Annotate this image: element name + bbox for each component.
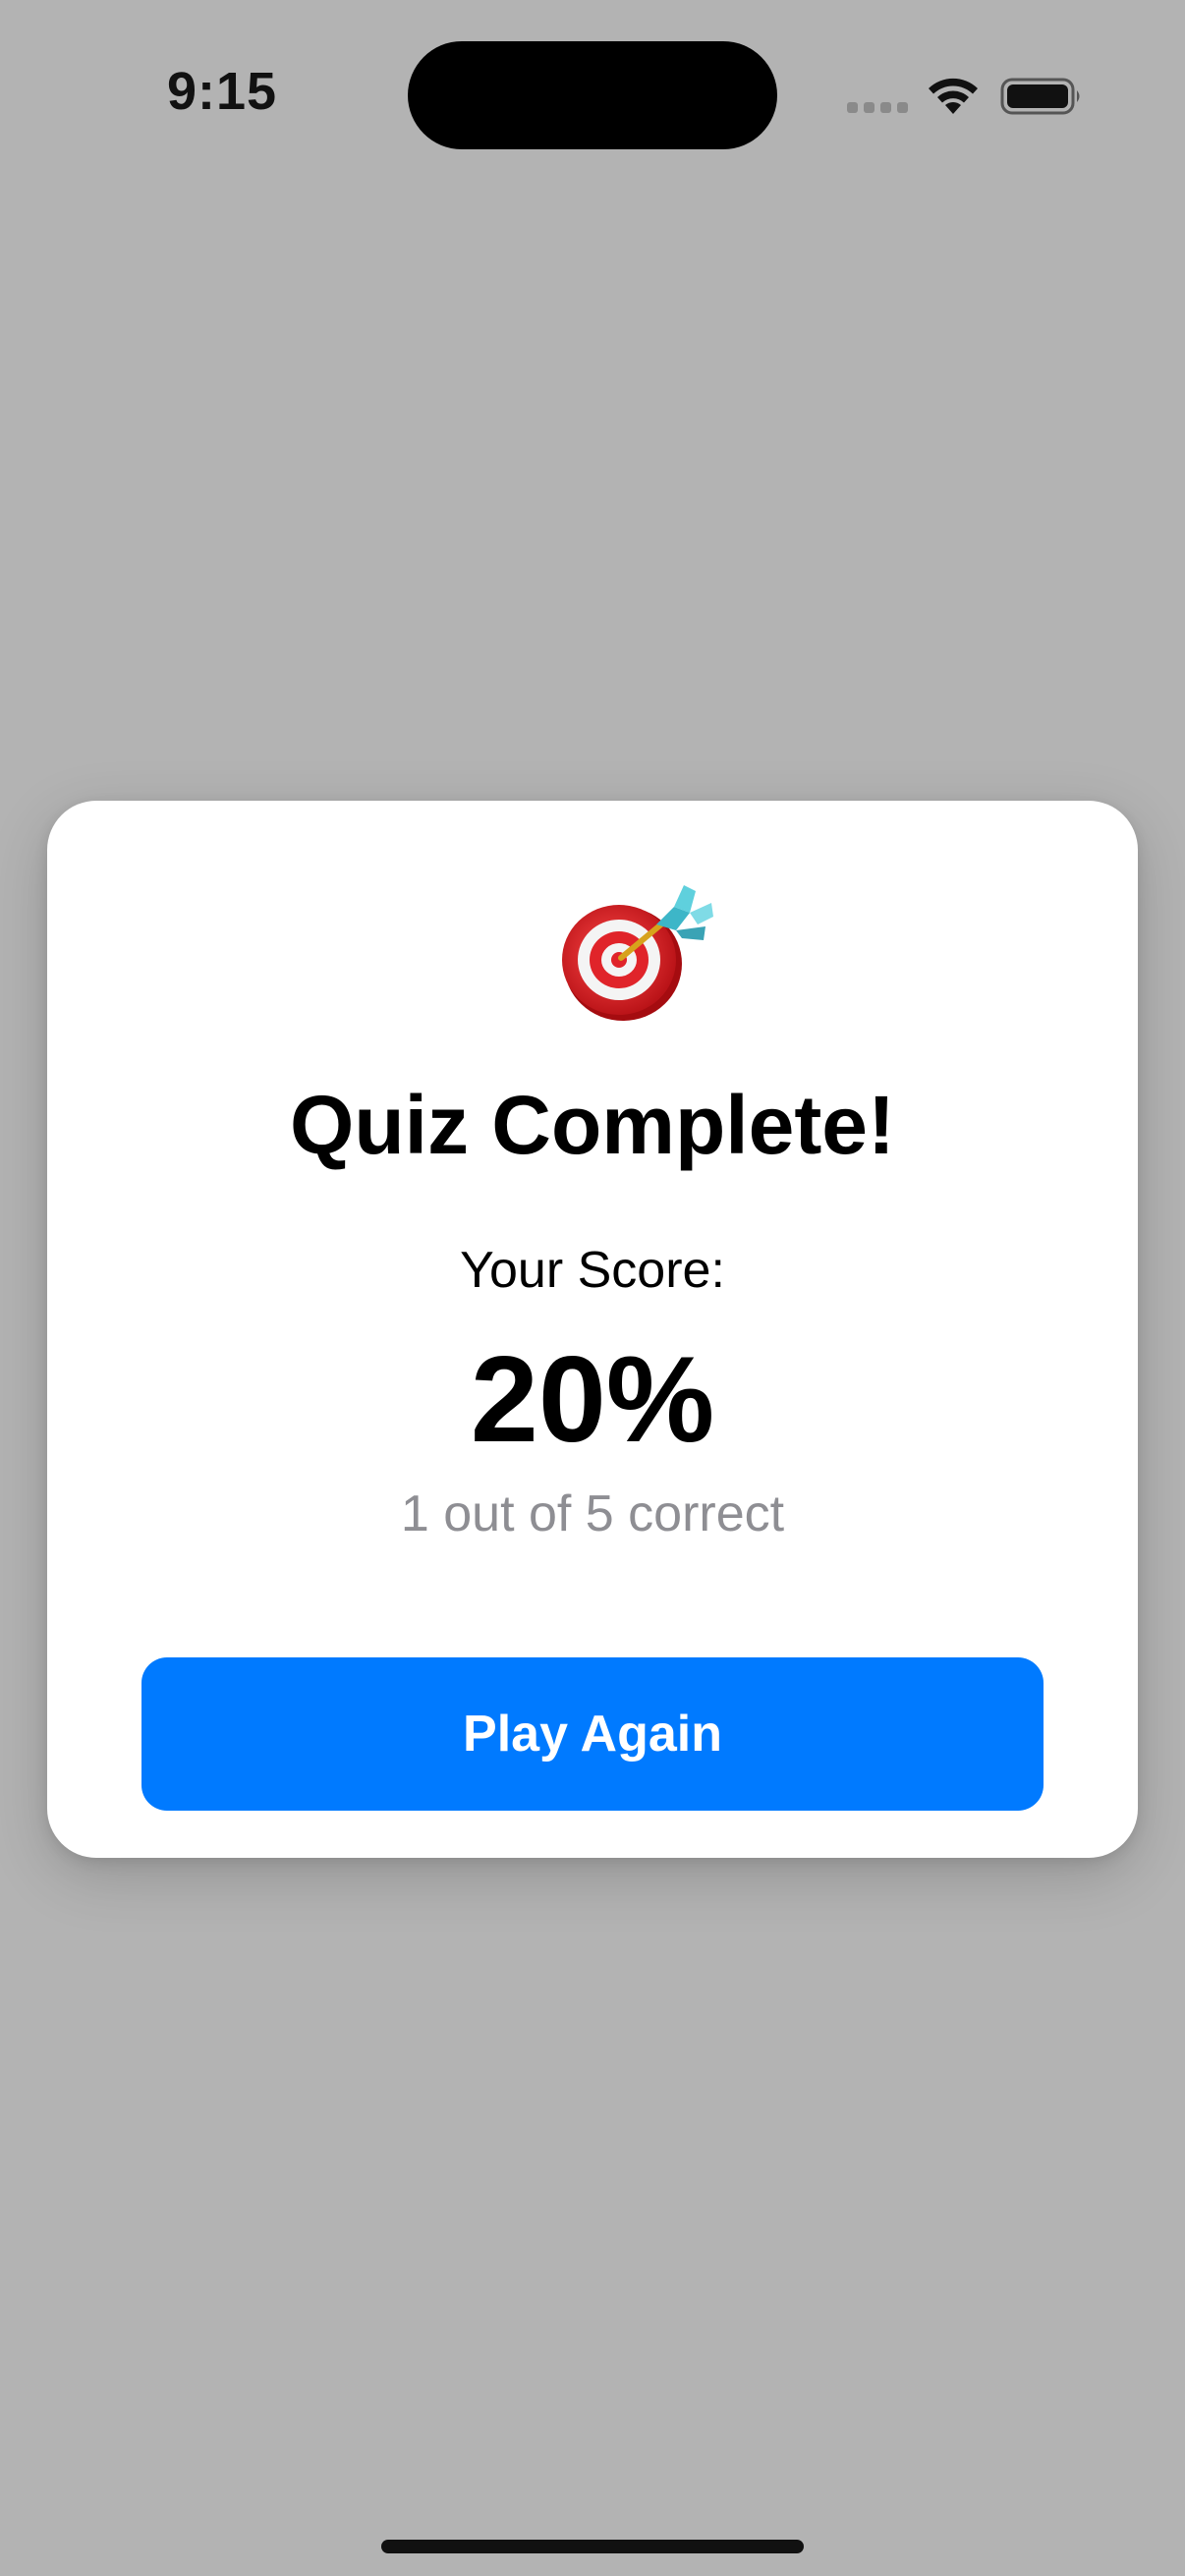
status-time: 9:15 [167,62,278,121]
play-again-button[interactable]: Play Again [141,1657,1044,1811]
battery-icon [1000,78,1080,115]
score-value: 20% [470,1332,715,1468]
quiz-result-card: Quiz Complete! Your Score: 20% 1 out of … [47,801,1138,1858]
score-detail: 1 out of 5 correct [400,1485,785,1542]
signal-dots-icon [847,102,908,113]
score-label: Your Score: [460,1242,725,1299]
page-title: Quiz Complete! [289,1079,895,1171]
dynamic-island [408,41,777,149]
home-indicator[interactable] [381,2540,804,2553]
direct-hit-target-icon [562,885,713,1021]
wifi-icon [929,78,978,114]
